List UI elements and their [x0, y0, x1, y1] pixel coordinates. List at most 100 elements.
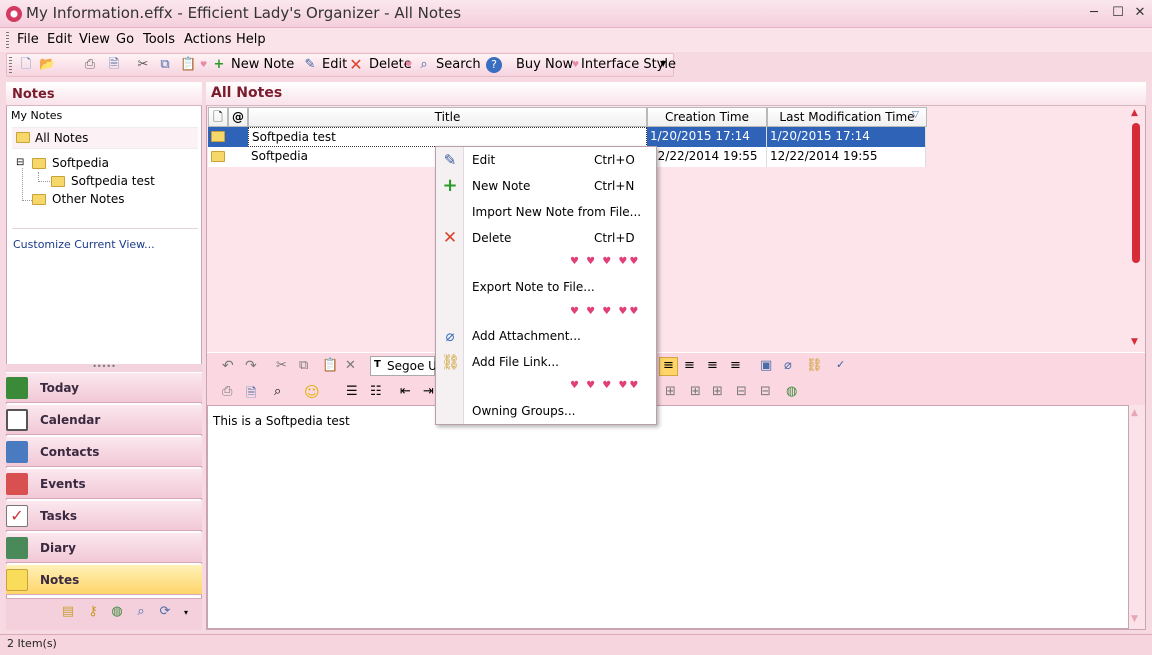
insert-row-icon[interactable]: ⊞ — [690, 384, 701, 399]
delete-row-icon[interactable]: ⊟ — [736, 384, 747, 399]
maximize-button[interactable]: ☐ — [1106, 4, 1130, 22]
dropdown-arrow-icon[interactable]: ▼ — [660, 59, 666, 68]
search-shortcut-icon[interactable]: ⌕ — [133, 604, 149, 620]
creation-time-column-header[interactable]: Creation Time — [647, 107, 767, 127]
numbering-icon[interactable]: ☷ — [370, 384, 382, 399]
nav-today[interactable]: Today — [6, 372, 202, 403]
preview-icon[interactable]: 🗎 — [246, 384, 256, 406]
help-icon[interactable]: ? — [486, 57, 502, 73]
notes-shortcut-icon[interactable]: ▤ — [60, 604, 76, 620]
search-button[interactable]: Search — [436, 57, 481, 72]
align-right-icon[interactable]: ≡ — [707, 358, 718, 373]
divider — [12, 228, 198, 229]
new-file-icon[interactable]: 🗋 — [18, 57, 34, 73]
nav-contacts[interactable]: Contacts — [6, 436, 202, 467]
tasks-icon: ✓ — [6, 505, 28, 527]
buy-now-button[interactable]: Buy Now — [516, 57, 573, 72]
insert-col-icon[interactable]: ⊞ — [712, 384, 723, 399]
note-editor[interactable] — [207, 405, 1129, 629]
clear-icon[interactable]: ✕ — [345, 358, 356, 373]
ctx-new-note[interactable]: New Note — [472, 179, 530, 193]
copy-icon[interactable]: ⧉ — [299, 358, 308, 373]
menu-actions[interactable]: Actions — [184, 32, 232, 47]
ctx-delete[interactable]: Delete — [472, 231, 511, 245]
modified-time-column-header[interactable]: Last Modification Time — [767, 107, 927, 127]
bullets-icon[interactable]: ☰ — [346, 384, 358, 399]
more-shortcuts-icon[interactable]: ▾ — [184, 608, 188, 617]
find-icon[interactable]: ⌕ — [274, 384, 281, 399]
close-button[interactable]: ✕ — [1128, 4, 1152, 22]
customize-view-link[interactable]: Customize Current View... — [13, 238, 155, 251]
ctx-import-note[interactable]: Import New Note from File... — [472, 205, 641, 219]
ctx-export-note[interactable]: Export Note to File... — [472, 280, 595, 294]
menu-view[interactable]: View — [79, 32, 110, 47]
spellcheck-icon[interactable]: ✓ — [836, 358, 845, 371]
menu-go[interactable]: Go — [116, 32, 134, 47]
new-note-icon[interactable]: + — [211, 57, 227, 73]
print-icon[interactable]: ⎙ — [222, 384, 232, 399]
minimize-button[interactable]: ─ — [1082, 4, 1106, 22]
copy-icon[interactable]: ⧉ — [157, 57, 173, 73]
key-icon[interactable]: ⚷ — [85, 604, 101, 620]
outdent-icon[interactable]: ⇤ — [400, 384, 411, 399]
search-icon[interactable]: ⌕ — [416, 57, 432, 73]
sort-icon[interactable]: ▽ — [912, 110, 919, 120]
web-icon[interactable]: ◍ — [786, 384, 797, 399]
ctx-add-file-link[interactable]: Add File Link... — [472, 355, 559, 369]
menu-tools[interactable]: Tools — [143, 32, 175, 47]
type-column-header[interactable]: 🗋 — [208, 107, 228, 127]
nav-events[interactable]: Events — [6, 468, 202, 499]
insert-image-icon[interactable]: ▣ — [760, 358, 772, 373]
table-icon[interactable]: ⊞ — [665, 384, 676, 399]
justify-icon[interactable]: ≡ — [730, 358, 741, 373]
editor-scrollbar[interactable] — [1129, 405, 1145, 629]
scroll-down-icon[interactable]: ▼ — [1131, 614, 1138, 624]
paste-icon[interactable]: 📋 — [180, 57, 196, 73]
open-icon[interactable]: 📂 — [39, 57, 55, 73]
attach-icon[interactable]: ⌀ — [784, 358, 792, 373]
edit-icon[interactable]: ✎ — [302, 57, 318, 73]
menu-edit[interactable]: Edit — [47, 32, 72, 47]
emoticon-icon[interactable]: ☺ — [304, 383, 320, 401]
cut-icon[interactable]: ✂ — [135, 57, 151, 73]
scroll-up-icon[interactable]: ▲ — [1131, 108, 1138, 118]
tree-item-other-notes[interactable]: Other Notes — [52, 192, 125, 206]
scroll-up-icon[interactable]: ▲ — [1131, 408, 1138, 418]
nav-diary[interactable]: Diary — [6, 532, 202, 563]
menu-file[interactable]: File — [17, 32, 39, 47]
attachment-column-header[interactable]: @ — [228, 107, 248, 127]
link-icon[interactable]: ⛓ — [806, 358, 823, 373]
ctx-add-attachment[interactable]: Add Attachment... — [472, 329, 581, 343]
new-note-button[interactable]: New Note — [231, 57, 294, 72]
globe-icon[interactable]: ◍ — [109, 604, 125, 620]
pane-splitter[interactable]: ••••• — [6, 363, 202, 372]
print-icon[interactable]: ⎙ — [82, 57, 98, 73]
print-preview-icon[interactable]: 🗎 — [106, 57, 122, 73]
tree-item-softpedia-test[interactable]: Softpedia test — [71, 174, 155, 188]
align-center-icon[interactable]: ≡ — [684, 358, 695, 373]
scroll-thumb[interactable] — [1132, 123, 1140, 263]
ctx-new-note-shortcut: Ctrl+N — [594, 179, 635, 193]
ctx-edit[interactable]: Edit — [472, 153, 495, 167]
indent-icon[interactable]: ⇥ — [423, 384, 434, 399]
undo-icon[interactable]: ↶ — [222, 358, 234, 374]
scroll-down-icon[interactable]: ▼ — [1131, 337, 1138, 347]
menu-help[interactable]: Help — [236, 32, 266, 47]
nav-notes[interactable]: Notes — [6, 564, 202, 595]
redo-icon[interactable]: ↷ — [245, 358, 257, 374]
ctx-owning-groups[interactable]: Owning Groups... — [472, 404, 575, 418]
my-notes-label: My Notes — [11, 109, 63, 122]
paste-icon[interactable]: 📋 — [322, 358, 338, 373]
tree-item-softpedia[interactable]: Softpedia — [52, 156, 109, 170]
nav-calendar[interactable]: Calendar — [6, 404, 202, 435]
sync-icon[interactable]: ⟳ — [157, 604, 173, 620]
collapse-icon[interactable]: ⊟ — [16, 158, 24, 168]
nav-tasks[interactable]: Tasks — [6, 500, 202, 531]
delete-col-icon[interactable]: ⊟ — [760, 384, 771, 399]
cut-icon[interactable]: ✂ — [276, 358, 287, 373]
edit-button[interactable]: Edit — [322, 57, 347, 72]
table-row[interactable]: Softpedia test 1/20/2015 17:14 1/20/2015… — [208, 127, 926, 147]
title-column-header[interactable]: Title — [248, 107, 647, 127]
delete-icon[interactable]: ✕ — [348, 57, 364, 73]
app-icon[interactable] — [6, 6, 22, 22]
